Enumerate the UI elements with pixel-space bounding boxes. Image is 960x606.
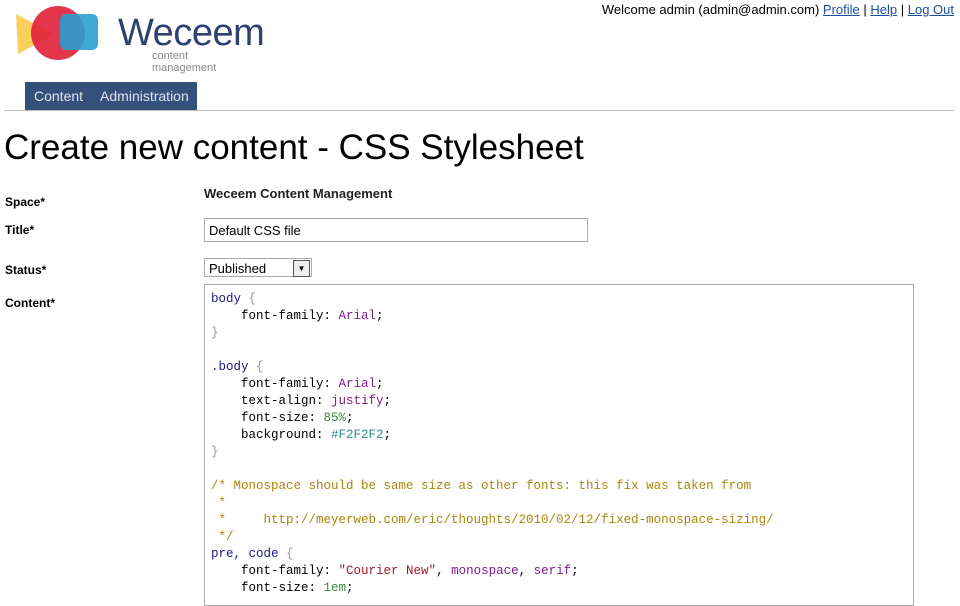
code-line: /* Monospace should be same size as othe…	[211, 478, 774, 495]
code-token: justify	[331, 394, 384, 408]
code-line: }	[211, 325, 774, 342]
code-token: font-family:	[211, 309, 339, 323]
code-token: /* Monospace should be same size as othe…	[211, 479, 752, 493]
code-token: ,	[436, 564, 452, 578]
code-token: 1em	[323, 581, 347, 595]
code-text: body { font-family: Arial;} .body { font-…	[211, 291, 774, 597]
user-bar: Welcome admin (admin@admin.com) Profile …	[601, 2, 954, 17]
code-token: ;	[383, 394, 392, 408]
logo-mark-icon	[16, 6, 98, 60]
code-token: }	[211, 326, 219, 340]
chevron-down-icon[interactable]: ▼	[293, 260, 310, 277]
code-line: font-size: 85%;	[211, 410, 774, 427]
code-token: Arial	[338, 309, 377, 323]
code-token: font-family:	[211, 377, 339, 391]
code-token: font-size:	[211, 581, 324, 595]
space-label: Space*	[5, 195, 46, 209]
profile-link[interactable]: Profile	[823, 2, 860, 17]
code-token: {	[248, 360, 264, 374]
nav-administration[interactable]: Administration	[91, 82, 197, 111]
code-token: #F2F2F2	[331, 428, 384, 442]
code-token: 85%	[323, 411, 347, 425]
code-token: ;	[383, 428, 392, 442]
logo-text: Weceem	[118, 12, 265, 54]
code-token: body	[211, 292, 242, 306]
help-link[interactable]: Help	[870, 2, 897, 17]
code-line: body {	[211, 291, 774, 308]
code-token: {	[241, 292, 257, 306]
status-select[interactable]: Published ▼	[204, 258, 312, 277]
status-value: Published	[209, 261, 267, 276]
title-label: Title*	[5, 223, 35, 237]
logout-link[interactable]: Log Out	[908, 2, 954, 17]
divider	[4, 110, 954, 111]
page-title: Create new content - CSS Stylesheet	[4, 128, 584, 167]
code-token: .body	[211, 360, 249, 374]
code-line: pre, code {	[211, 546, 774, 563]
code-token: * http://meyerweb.com/eric/thoughts/2010…	[211, 513, 774, 527]
space-value: Weceem Content Management	[204, 186, 393, 201]
code-token: ;	[376, 309, 384, 323]
main-nav: Content Administration	[25, 82, 197, 111]
code-token: ;	[346, 411, 354, 425]
code-token: serif	[533, 564, 572, 578]
code-line: */	[211, 529, 774, 546]
code-token: ;	[346, 581, 354, 595]
code-line: *	[211, 495, 774, 512]
code-token: pre, code	[211, 547, 279, 561]
code-line: text-align: justify;	[211, 393, 774, 410]
code-token: {	[278, 547, 294, 561]
code-token: "Courier New"	[338, 564, 437, 578]
code-token: */	[211, 530, 234, 544]
code-token: text-align:	[211, 394, 332, 408]
code-token: ,	[518, 564, 534, 578]
code-token: Arial	[338, 377, 377, 391]
code-line: font-family: Arial;	[211, 376, 774, 393]
code-token: font-family:	[211, 564, 339, 578]
code-line: * http://meyerweb.com/eric/thoughts/2010…	[211, 512, 774, 529]
code-token: ;	[376, 377, 384, 391]
content-label: Content*	[5, 296, 55, 310]
code-line: .body {	[211, 359, 774, 376]
code-line: background: #F2F2F2;	[211, 427, 774, 444]
status-label: Status*	[5, 263, 47, 277]
code-token: ;	[571, 564, 579, 578]
code-line: font-family: Arial;	[211, 308, 774, 325]
nav-content[interactable]: Content	[25, 82, 91, 111]
title-input[interactable]	[204, 218, 588, 242]
code-token: monospace	[451, 564, 519, 578]
code-token: *	[211, 496, 227, 510]
code-token: background:	[211, 428, 332, 442]
welcome-text: Welcome admin (admin@admin.com)	[601, 2, 820, 17]
code-line: font-family: "Courier New", monospace, s…	[211, 563, 774, 580]
code-line: }	[211, 444, 774, 461]
code-token: }	[211, 445, 219, 459]
logo-subtitle: content management	[152, 50, 217, 74]
weceem-logo[interactable]: Weceem content management	[14, 4, 265, 74]
code-token: font-size:	[211, 411, 324, 425]
content-editor[interactable]: body { font-family: Arial;} .body { font-…	[204, 284, 914, 606]
